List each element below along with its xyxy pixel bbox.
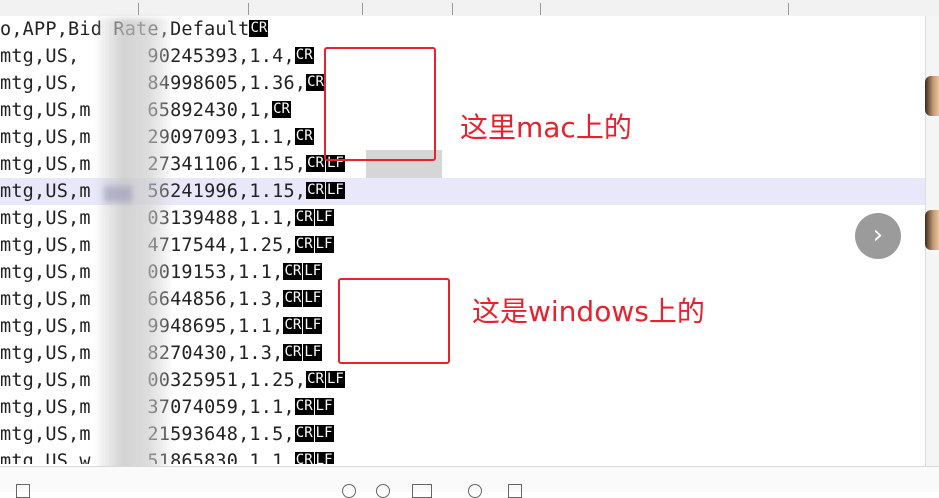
fit-icon[interactable] xyxy=(412,484,432,498)
zoom-out-icon[interactable] xyxy=(342,484,356,498)
mac-annotation-label: 这里mac上的 xyxy=(460,111,632,144)
redaction-blur xyxy=(98,18,170,473)
eol-lf-badge: LF xyxy=(303,263,323,280)
tab-bar xyxy=(0,0,939,17)
eol-lf-badge: LF xyxy=(314,398,334,415)
tab-separator xyxy=(452,3,453,15)
tab-separator xyxy=(788,3,789,15)
eol-cr-badge: CR xyxy=(306,182,325,199)
mac-annotation-box xyxy=(324,47,436,161)
tab-separator xyxy=(362,3,363,15)
eol-cr-badge: CR xyxy=(272,101,291,118)
eol-cr-badge: CR xyxy=(306,155,325,172)
eol-cr-badge: CR xyxy=(294,128,314,145)
eol-cr-badge: CR xyxy=(306,74,325,91)
tab-separator xyxy=(138,3,139,15)
status-icon[interactable] xyxy=(16,484,30,498)
avatar[interactable] xyxy=(925,76,939,116)
eol-lf-badge: LF xyxy=(303,344,323,361)
eol-cr-badge: CR xyxy=(283,317,303,334)
eol-cr-badge: CR xyxy=(283,344,303,361)
eol-lf-badge: LF xyxy=(314,425,334,442)
eol-cr-badge: CR xyxy=(283,290,303,307)
windows-annotation-label: 这是windows上的 xyxy=(472,295,705,328)
windows-annotation-box xyxy=(338,278,450,364)
eol-cr-badge: CR xyxy=(306,371,325,388)
eol-lf-badge: LF xyxy=(325,371,345,388)
eol-cr-badge: CR xyxy=(294,47,314,64)
eol-lf-badge: LF xyxy=(314,209,334,226)
eol-lf-badge: LF xyxy=(303,290,323,307)
eol-cr-badge: CR xyxy=(294,398,314,415)
eol-cr-badge: CR xyxy=(249,20,269,37)
crop-icon[interactable] xyxy=(508,484,522,498)
eol-lf-badge: LF xyxy=(314,236,334,253)
tab-separator xyxy=(248,3,249,15)
redaction-blur xyxy=(104,186,132,202)
eol-lf-badge: LF xyxy=(325,182,345,199)
tab-separator xyxy=(540,3,541,15)
eol-cr-badge: CR xyxy=(294,425,314,442)
eol-lf-badge: LF xyxy=(314,452,334,464)
eol-cr-badge: CR xyxy=(294,209,314,226)
avatar[interactable] xyxy=(925,210,939,250)
zoom-in-icon[interactable] xyxy=(376,484,390,498)
next-button[interactable]: › xyxy=(855,213,901,259)
eol-cr-badge: CR xyxy=(294,236,314,253)
rotate-icon[interactable] xyxy=(468,484,482,498)
eol-lf-badge: LF xyxy=(303,317,323,334)
chevron-right-icon: › xyxy=(872,220,884,250)
eol-cr-badge: CR xyxy=(283,263,303,280)
eol-cr-badge: CR xyxy=(294,452,314,464)
